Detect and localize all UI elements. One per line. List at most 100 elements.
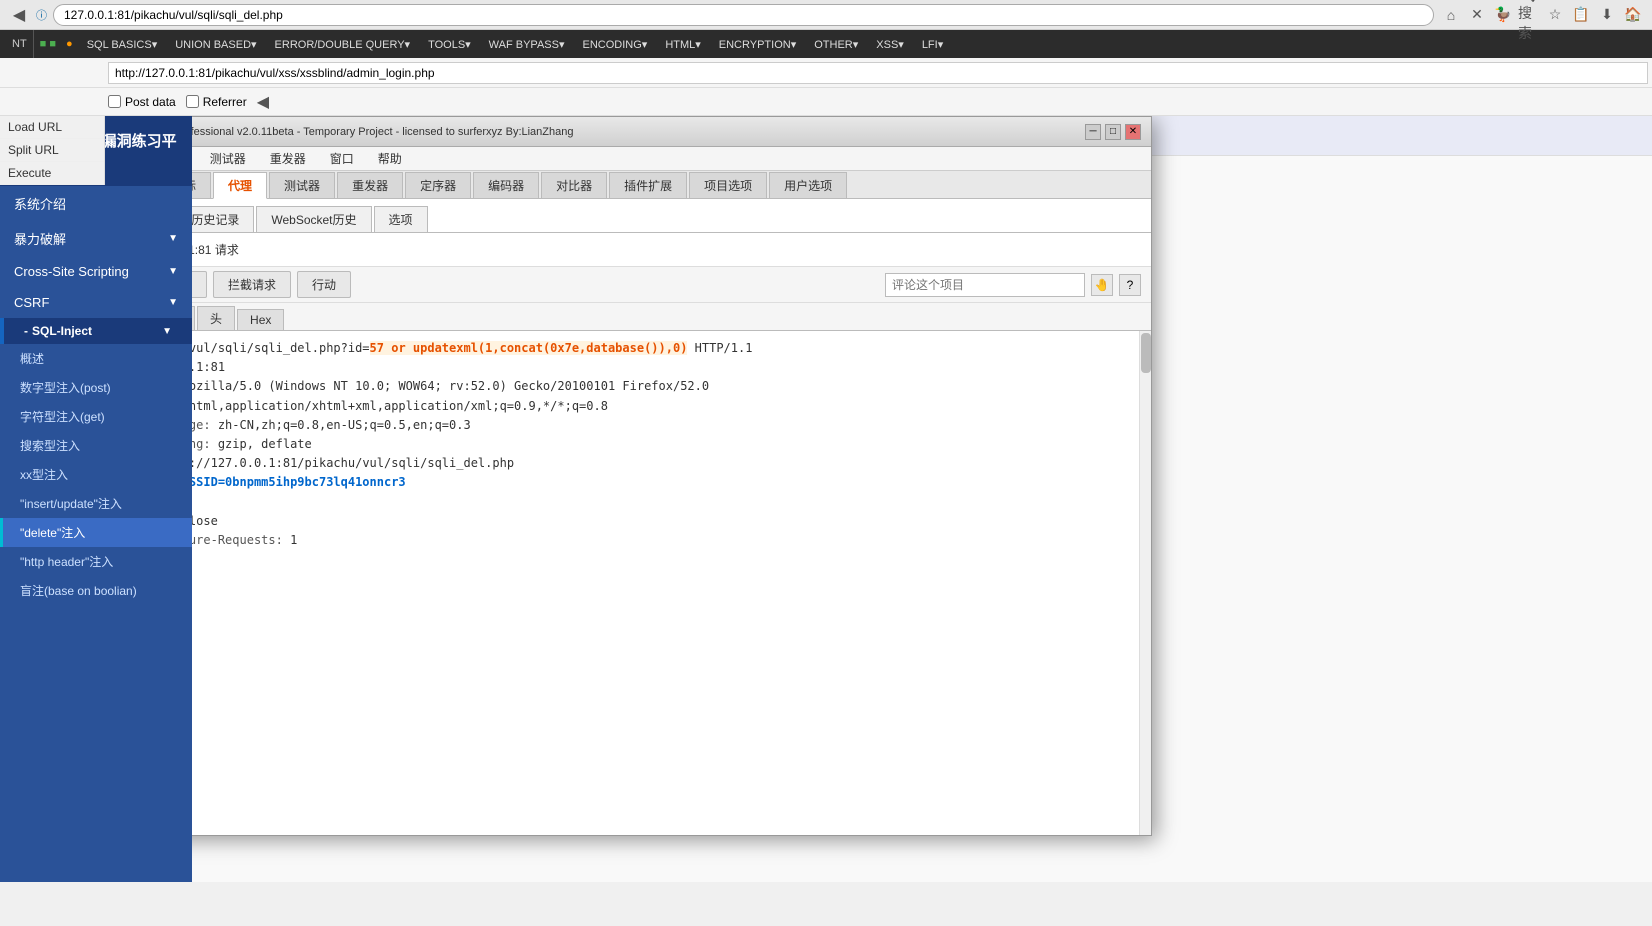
- post-data-checkbox[interactable]: Post data: [108, 95, 176, 109]
- home-icon[interactable]: ⌂: [1440, 4, 1462, 26]
- hand-icon[interactable]: 🤚: [1091, 274, 1113, 296]
- burp-title-bar: B Burp Suite Professional v2.0.11beta - …: [192, 117, 1151, 147]
- burp-intercept-bar: ✏ http://127.0.0.1:81 请求: [192, 233, 1151, 267]
- tab-user-options[interactable]: 用户选项: [769, 172, 847, 198]
- menu-window[interactable]: 窗口: [320, 148, 364, 169]
- execute-button[interactable]: Execute: [0, 162, 104, 185]
- req-tab-headers[interactable]: 头: [197, 306, 235, 330]
- sidebar-item-char-get[interactable]: 字符型注入(get): [0, 402, 192, 431]
- bookmark-icon[interactable]: 📋: [1570, 4, 1592, 26]
- sidebar-item-search[interactable]: 搜索型注入: [0, 431, 192, 460]
- menu-help[interactable]: 帮助: [368, 148, 412, 169]
- duck-icon[interactable]: 🦆: [1492, 4, 1514, 26]
- scrollbar-thumb[interactable]: [1141, 333, 1151, 373]
- menu-repeater[interactable]: 重发器: [260, 148, 316, 169]
- tab-sequencer[interactable]: 定序器: [405, 172, 471, 198]
- sidebar-brute[interactable]: 暴力破解 ▼: [0, 221, 192, 256]
- search-input[interactable]: [885, 273, 1085, 297]
- toolbar-xss[interactable]: XSS▾: [868, 36, 912, 53]
- menu-tester[interactable]: 测试器: [200, 148, 256, 169]
- close-tab-icon[interactable]: ✕: [1466, 4, 1488, 26]
- download-icon[interactable]: ⬇: [1596, 4, 1618, 26]
- cookie-header: Cookie: PHPSESSID=0bnpmm5ihp9bc73lq41onn…: [192, 473, 1139, 492]
- sidebar: 🔍 Pikachu 漏洞练习平台 pika 系统介绍 暴力破解 ▼ Cross-…: [0, 116, 192, 882]
- url-row: [0, 58, 1652, 88]
- toolbar-label: NT: [6, 30, 34, 58]
- useragent-header: User-Agent: Mozilla/5.0 (Windows NT 10.0…: [192, 377, 1139, 396]
- tab-comparer[interactable]: 对比器: [541, 172, 607, 198]
- browser-actions: ⌂ ✕ 🦆 🔍 搜索 ☆ 📋 ⬇ 🏠: [1440, 4, 1644, 26]
- tab-extender[interactable]: 插件扩展: [609, 172, 687, 198]
- req-tab-params[interactable]: 参数: [192, 306, 195, 330]
- browser-url-text: 127.0.0.1:81/pikachu/vul/sqli/sqli_del.p…: [64, 8, 283, 22]
- toolbar-encryption[interactable]: ENCRYPTION▾: [711, 36, 804, 53]
- side-buttons: Load URL Split URL Execute: [0, 116, 105, 185]
- burp-request-tabs: Raw 参数 头 Hex: [192, 303, 1151, 331]
- split-url-button[interactable]: Split URL: [0, 139, 104, 162]
- maximize-button[interactable]: □: [1105, 124, 1121, 140]
- close-button[interactable]: ✕: [1125, 124, 1141, 140]
- tab-target[interactable]: 目标: [192, 172, 211, 198]
- req-tab-hex[interactable]: Hex: [237, 309, 284, 330]
- tab-scanner[interactable]: 测试器: [269, 172, 335, 198]
- browser-bar: ◀ ⓘ 127.0.0.1:81/pikachu/vul/sqli/sqli_d…: [0, 0, 1652, 30]
- options-arrow: ◀: [257, 92, 269, 112]
- sidebar-xss[interactable]: Cross-Site Scripting ▼: [0, 256, 192, 287]
- toolbar-tools[interactable]: TOOLS▾: [420, 36, 479, 53]
- options-row: Post data Referrer ◀: [0, 88, 1652, 116]
- tab-http-history[interactable]: HTTP历史记录: [192, 206, 254, 232]
- tab-options[interactable]: 选项: [374, 206, 428, 232]
- sidebar-csrf[interactable]: CSRF ▼: [0, 287, 192, 318]
- tab-project-options[interactable]: 项目选项: [689, 172, 767, 198]
- scrollbar[interactable]: [1139, 331, 1151, 835]
- burp-request-body[interactable]: GET /pikachu/vul/sqli/sqli_del.php?id=57…: [192, 331, 1151, 835]
- intercept-button[interactable]: 拦截请求: [213, 271, 291, 298]
- accept-language-header: Accept-Language: zh-CN,zh;q=0.8,en-US;q=…: [192, 416, 1139, 435]
- sidebar-item-http-header[interactable]: "http header"注入: [0, 547, 192, 576]
- host-header: Host: 127.0.0.1:81: [192, 358, 1139, 377]
- accept-encoding-header: Accept-Encoding: gzip, deflate: [192, 435, 1139, 454]
- star-icon[interactable]: ☆: [1544, 4, 1566, 26]
- sidebar-item-num-post[interactable]: 数字型注入(post): [0, 373, 192, 402]
- action-button[interactable]: 行动: [297, 271, 351, 298]
- toolbar-html[interactable]: HTML▾: [657, 36, 708, 53]
- url-input[interactable]: [108, 62, 1648, 84]
- home2-icon[interactable]: 🏠: [1622, 4, 1644, 26]
- menu-project[interactable]: Project: [192, 150, 196, 168]
- content-area: 🏠 sqli › delete注入 我是一个不正经的网站 submit 留言列表…: [192, 116, 1652, 882]
- sidebar-intro[interactable]: 系统介绍: [0, 186, 192, 221]
- security-indicator: ⓘ: [36, 7, 47, 23]
- sidebar-item-xx[interactable]: xx型注入: [0, 460, 192, 489]
- load-url-button[interactable]: Load URL: [0, 116, 104, 139]
- tab-proxy[interactable]: 代理: [213, 172, 267, 199]
- sidebar-item-delete[interactable]: "delete"注入: [0, 518, 192, 547]
- sidebar-item-insert-update[interactable]: "insert/update"注入: [0, 489, 192, 518]
- address-bar[interactable]: 127.0.0.1:81/pikachu/vul/sqli/sqli_del.p…: [53, 4, 1434, 26]
- drop-button[interactable]: 废包: [192, 271, 207, 298]
- tab-decoder[interactable]: 编码器: [473, 172, 539, 198]
- burp-suite-window: B Burp Suite Professional v2.0.11beta - …: [192, 116, 1152, 836]
- toolbar-sql-basics[interactable]: SQL BASICS▾: [79, 36, 166, 53]
- toolbar-union-based[interactable]: UNION BASED▾: [167, 36, 264, 53]
- toolbar-other[interactable]: OTHER▾: [806, 36, 866, 53]
- back-button[interactable]: ◀: [8, 4, 30, 26]
- referrer-checkbox[interactable]: Referrer: [186, 95, 247, 109]
- pentest-toolbar: NT ■ ■ ● SQL BASICS▾ UNION BASED▾ ERROR/…: [0, 30, 1652, 58]
- sidebar-sqlinject[interactable]: - SQL-Inject ▼: [0, 318, 192, 344]
- tab-repeater[interactable]: 重发器: [337, 172, 403, 198]
- toolbar-error-double[interactable]: ERROR/DOUBLE QUERY▾: [267, 36, 419, 53]
- search-icon[interactable]: 🔍 搜索: [1518, 4, 1540, 26]
- tab-websocket-history[interactable]: WebSocket历史: [256, 206, 371, 232]
- green-dot: ■ ■: [36, 38, 60, 50]
- toolbar-lfi[interactable]: LFI▾: [914, 36, 951, 53]
- connection-header: Connection: close: [192, 512, 1139, 531]
- toolbar-waf-bypass[interactable]: WAF BYPASS▾: [481, 36, 573, 53]
- sidebar-item-blindbool[interactable]: 盲注(base on boolian): [0, 576, 192, 605]
- toolbar-encoding[interactable]: ENCODING▾: [575, 36, 656, 53]
- minimize-button[interactable]: ─: [1085, 124, 1101, 140]
- upgrade-insecure-header: Upgrade-Insecure-Requests: 1: [192, 531, 1139, 550]
- chevron-icon: ▼: [168, 266, 178, 277]
- burp-inner-tabs: 拦截 HTTP历史记录 WebSocket历史 选项: [192, 199, 1151, 233]
- help-icon[interactable]: ?: [1119, 274, 1141, 296]
- sidebar-item-overview[interactable]: 概述: [0, 344, 192, 373]
